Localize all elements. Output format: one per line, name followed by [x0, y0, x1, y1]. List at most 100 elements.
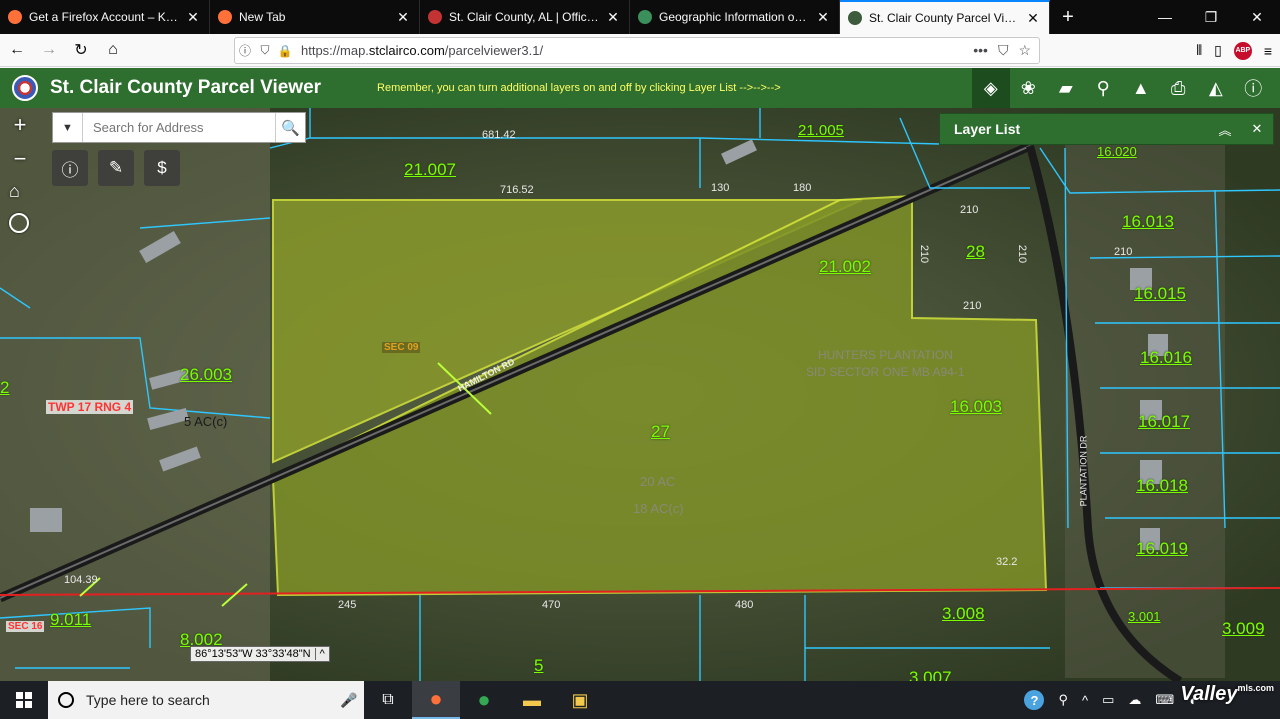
- sales-icon[interactable]: $: [144, 150, 180, 186]
- browser-tabstrip: Get a Firefox Account – Keep y ✕ New Tab…: [0, 0, 1280, 34]
- chrome-icon[interactable]: ●: [460, 681, 508, 719]
- parcel-label[interactable]: 16.003: [950, 397, 1002, 417]
- dimension-label: 180: [793, 182, 812, 194]
- parcel-label[interactable]: 16.016: [1140, 348, 1192, 368]
- battery-icon[interactable]: ▭: [1102, 692, 1114, 708]
- education-icon[interactable]: ▲: [1122, 68, 1160, 108]
- firefox-favicon-icon: [8, 10, 22, 24]
- identify-icon[interactable]: ⓘ: [52, 150, 88, 186]
- parcel-label[interactable]: 21.005: [798, 122, 844, 139]
- parcel-label[interactable]: 16.017: [1138, 412, 1190, 432]
- url-text[interactable]: https://map.stclairco.com/parcelviewer3.…: [301, 43, 973, 58]
- dimension-label: 681.42: [482, 129, 516, 141]
- zoom-in-button[interactable]: +: [6, 112, 34, 138]
- map-icon[interactable]: ◭: [1197, 68, 1235, 108]
- map-canvas[interactable]: 21.007 21.005 21.002 28 16.020 16.013 16…: [0, 108, 1280, 681]
- coordinate-toggle-icon[interactable]: ^: [314, 648, 329, 660]
- parcel-label[interactable]: 3.009: [1222, 619, 1265, 639]
- parcel-label[interactable]: 16.018: [1136, 476, 1188, 496]
- restore-button[interactable]: ❐: [1188, 0, 1234, 34]
- task-view-icon[interactable]: ⧉: [364, 681, 412, 719]
- page-actions-icon[interactable]: •••: [973, 42, 988, 59]
- taskbar-search[interactable]: Type here to search 🎤: [48, 681, 364, 719]
- close-window-button[interactable]: ✕: [1234, 0, 1280, 34]
- pocket-icon[interactable]: ⛉: [998, 42, 1009, 59]
- subdivision-label: HUNTERS PLANTATION: [818, 348, 953, 362]
- locate-me-icon[interactable]: [9, 213, 29, 233]
- keyboard-icon[interactable]: ⌨: [1155, 692, 1174, 708]
- bookmark-star-icon[interactable]: ☆: [1018, 42, 1031, 59]
- basemap-icon[interactable]: ❀: [1010, 68, 1048, 108]
- gis-favicon-icon: [638, 10, 652, 24]
- close-icon[interactable]: ✕: [395, 9, 411, 26]
- dimension-label: 104.39: [64, 574, 98, 586]
- store-icon[interactable]: ▣: [556, 681, 604, 719]
- forward-arrow-icon[interactable]: →: [34, 36, 64, 64]
- close-icon[interactable]: ✕: [185, 9, 201, 26]
- collapse-icon[interactable]: ︽: [1209, 120, 1241, 139]
- parcel-label[interactable]: 3.008: [942, 604, 985, 624]
- parcel-label[interactable]: 16.015: [1134, 284, 1186, 304]
- url-bar[interactable]: ⓘ ⛉ 🔒 https://map.stclairco.com/parcelvi…: [234, 37, 1040, 64]
- draw-icon[interactable]: ✎: [98, 150, 134, 186]
- parcel-label[interactable]: 3.007: [909, 668, 952, 681]
- menu-hamburger-icon[interactable]: ≡: [1264, 43, 1272, 59]
- microphone-icon[interactable]: 🎤: [334, 692, 364, 709]
- map-home-icon[interactable]: ⌂: [9, 181, 20, 202]
- reload-icon[interactable]: ↻: [66, 36, 96, 64]
- tab-label: New Tab: [239, 10, 286, 24]
- print-icon[interactable]: ⎙: [1160, 68, 1198, 108]
- app-header: St. Clair County Parcel Viewer Remember,…: [0, 68, 1280, 108]
- taskbar-search-placeholder: Type here to search: [86, 692, 210, 708]
- browser-tab[interactable]: Get a Firefox Account – Keep y ✕: [0, 0, 210, 34]
- shield-icon[interactable]: ⛉: [255, 43, 275, 58]
- layers-icon[interactable]: ◈: [972, 68, 1010, 108]
- tray-expand-icon[interactable]: ^: [1082, 693, 1088, 708]
- library-icon[interactable]: ⫴: [1196, 42, 1202, 59]
- parcel-label[interactable]: 27: [651, 422, 670, 442]
- parcel-label[interactable]: 16.020: [1097, 144, 1137, 159]
- new-tab-button[interactable]: +: [1050, 0, 1086, 34]
- lock-icon[interactable]: 🔒: [275, 44, 295, 58]
- township-range-label: TWP 17 RNG 4: [46, 400, 134, 414]
- parcel-label[interactable]: 9.011: [50, 610, 91, 630]
- parcel-label[interactable]: 2: [0, 378, 9, 398]
- zoom-out-button[interactable]: −: [6, 146, 34, 172]
- browser-tab[interactable]: New Tab ✕: [210, 0, 420, 34]
- parcel-label[interactable]: 21.002: [819, 257, 871, 277]
- adblock-icon[interactable]: ABP: [1233, 41, 1252, 60]
- search-icon[interactable]: 🔍: [275, 113, 305, 142]
- search-input[interactable]: [83, 113, 275, 142]
- section-label: SEC 16: [6, 621, 45, 632]
- parcel-label[interactable]: 5: [534, 656, 543, 676]
- browser-tab-active[interactable]: St. Clair County Parcel Viewer ✕: [840, 0, 1050, 34]
- people-icon[interactable]: ⚲: [1058, 692, 1068, 708]
- onedrive-icon[interactable]: ☁: [1128, 692, 1141, 708]
- measure-icon[interactable]: ▰: [1047, 68, 1085, 108]
- browser-tab[interactable]: St. Clair County, AL | Official W ✕: [420, 0, 630, 34]
- windows-start-icon[interactable]: [0, 681, 48, 719]
- minimize-button[interactable]: —: [1142, 0, 1188, 34]
- firefox-icon[interactable]: ●: [412, 681, 460, 719]
- parcel-label[interactable]: 28: [966, 242, 985, 262]
- parcel-label[interactable]: 21.007: [404, 160, 456, 180]
- close-icon[interactable]: ✕: [605, 9, 621, 26]
- search-source-dropdown[interactable]: ▼: [53, 113, 83, 142]
- person-icon[interactable]: ⚲: [1085, 68, 1123, 108]
- help-icon[interactable]: ?: [1024, 690, 1045, 710]
- info-icon[interactable]: ⓘ: [1235, 68, 1273, 108]
- close-icon[interactable]: ✕: [1025, 10, 1041, 27]
- info-icon[interactable]: ⓘ: [235, 42, 255, 59]
- browser-tab[interactable]: Geographic Information of ... St ✕: [630, 0, 840, 34]
- close-icon[interactable]: ✕: [815, 9, 831, 26]
- parcel-label[interactable]: 16.019: [1136, 539, 1188, 559]
- parcel-label[interactable]: 3.001: [1128, 609, 1161, 624]
- road-label: PLANTATION DR: [1078, 435, 1089, 507]
- sidebar-icon[interactable]: ▯: [1214, 42, 1222, 59]
- close-icon[interactable]: ✕: [1241, 121, 1273, 137]
- parcel-label[interactable]: 26.003: [180, 365, 232, 385]
- parcel-label[interactable]: 16.013: [1122, 212, 1174, 232]
- back-arrow-icon[interactable]: ←: [2, 36, 32, 64]
- home-icon[interactable]: ⌂: [98, 36, 128, 64]
- file-explorer-icon[interactable]: ▬: [508, 681, 556, 719]
